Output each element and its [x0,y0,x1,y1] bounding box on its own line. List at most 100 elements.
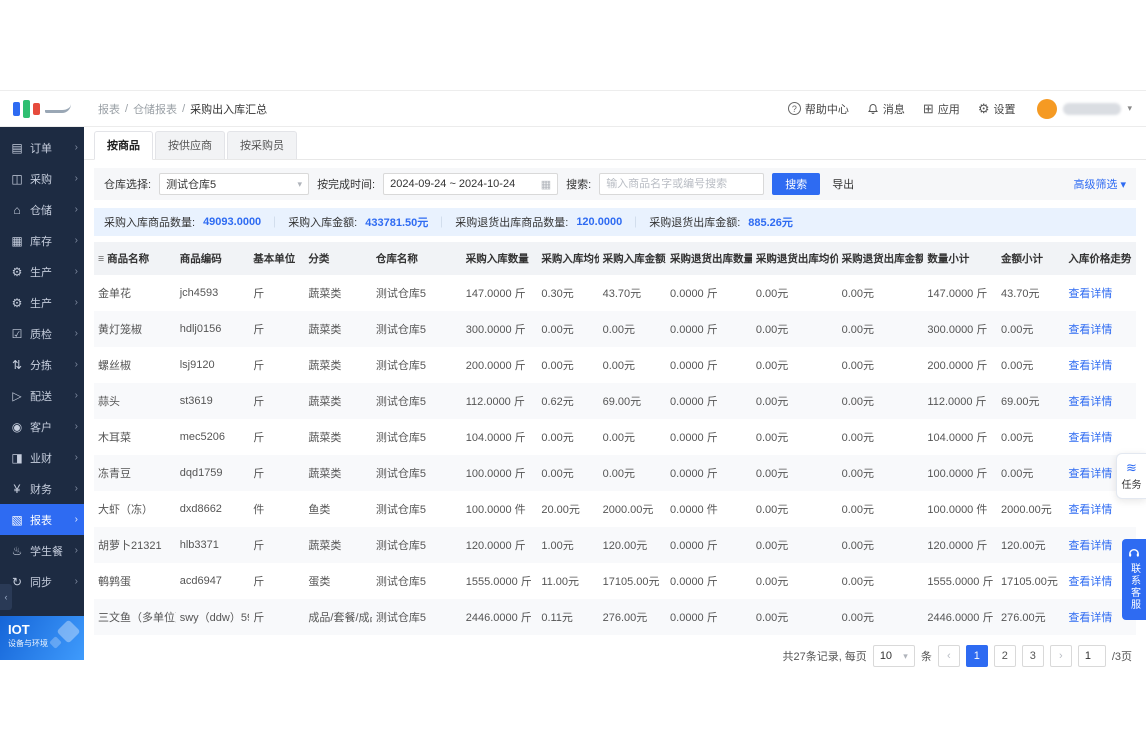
column-header-12[interactable]: 数量小计 [923,242,997,275]
table-cell: swy（ddw）5980 [179,612,250,624]
column-header-14[interactable]: 入库价格走势 [1064,242,1136,275]
sidebar-item-student-meal[interactable]: ♨ 学生餐 › [0,535,84,566]
column-header-2[interactable]: 商品编码 [175,242,250,275]
sidebar-item-reports[interactable]: ▧ 报表 › [0,504,84,535]
warehouse-select[interactable]: 测试仓库5 ▾ [159,173,310,195]
settings-button[interactable]: ⚙ 设置 [978,101,1016,117]
sidebar-item-label: 分拣 [30,359,52,372]
apps-label: 应用 [937,103,960,116]
search-input[interactable] [606,178,758,190]
table-cell: 0.00元 [1000,360,1034,372]
sidebar-item-finance[interactable]: ¥ 财务 › [0,473,84,504]
column-header-7[interactable]: 采购入库均价 [537,242,599,275]
search-button[interactable]: 搜索 [772,173,821,195]
breadcrumb-item[interactable]: 报表 [98,101,120,117]
view-details-link[interactable]: 查看详情 [1068,504,1112,516]
sidebar-item-production-2[interactable]: ⚙ 生产 › [0,287,84,318]
prev-page-button[interactable]: ‹ [937,645,960,667]
column-header-4[interactable]: 分类 [304,242,372,275]
table-cell: 112.0000 斤 [465,396,525,408]
advanced-filter-button[interactable]: 高级筛选 ▾ [1073,176,1126,192]
table-cell: 0.00元 [841,396,875,408]
layers-icon: ≋ [1126,460,1137,475]
table-cell: 0.0000 斤 [670,360,718,372]
headset-icon [1129,549,1139,557]
column-header-1[interactable]: ≡ 商品名称 [94,242,176,275]
customer-service-float-button[interactable]: 联系客服 [1122,539,1146,620]
page-size-select[interactable]: 10 ▾ [872,645,915,667]
column-header-10[interactable]: 采购退货出库均价 [751,242,838,275]
pagination: 共27条记录, 每页 10 ▾ 条 ‹ 123 › 1 /3页 [84,635,1146,677]
production-icon: ⚙ [11,295,23,310]
summary-divider: ｜ [269,217,281,229]
table-cell: 2000.00元 [1000,504,1052,516]
summary-bar: 采购入库商品数量: 49093.0000 ｜ 采购入库金额: 433781.50… [94,208,1136,236]
help-center-button[interactable]: ? 帮助中心 [787,101,849,117]
tab-by-supplier[interactable]: 按供应商 [155,131,225,159]
warehouse-select-label: 仓库选择: [104,179,152,191]
column-header-6[interactable]: 采购入库数量 [461,242,538,275]
sidebar-item-customers[interactable]: ◉ 客户 › [0,411,84,442]
column-header-3[interactable]: 基本单位 [249,242,305,275]
tab-by-purchaser[interactable]: 按采购员 [227,131,297,159]
production-icon: ⚙ [11,264,23,279]
report-table: ≡ 商品名称 商品编码 基本单位 分类 仓库名称 采购入库数量 采购入库均价 采购入库金额 采购退… [94,242,1136,635]
sidebar-item-delivery[interactable]: ▷ 配送 › [0,380,84,411]
table-cell: 100.0000 件 [927,504,988,516]
sidebar-item-warehouse[interactable]: ⌂ 仓储 › [0,194,84,225]
sidebar-item-business-finance[interactable]: ◨ 业财 › [0,442,84,473]
table-cell: 43.70元 [1000,288,1040,300]
view-details-link[interactable]: 查看详情 [1068,360,1112,372]
finance-icon: ¥ [13,481,21,496]
sidebar-item-orders[interactable]: ▤ 订单 › [0,132,84,163]
next-page-button[interactable]: › [1049,645,1072,667]
apps-button[interactable]: ⊞ 应用 [923,101,960,117]
search-field[interactable] [599,173,765,195]
export-button[interactable]: 导出 [828,176,858,192]
page-button-2[interactable]: 2 [993,645,1016,667]
sidebar-item-qc[interactable]: ☑ 质检 › [0,318,84,349]
table-cell: 0.00元 [602,432,636,444]
view-details-link[interactable]: 查看详情 [1068,612,1112,624]
column-header-13[interactable]: 金额小计 [996,242,1065,275]
column-header-11[interactable]: 采购退货出库金额 [837,242,924,275]
page-jump-input[interactable]: 1 [1077,645,1106,667]
view-details-link[interactable]: 查看详情 [1068,576,1112,588]
table-cell: 0.00元 [841,288,875,300]
user-name-redacted [1063,102,1122,115]
table-cell: 0.0000 斤 [670,576,718,588]
view-details-link[interactable]: 查看详情 [1068,324,1112,336]
sidebar-item-label: 业财 [30,452,52,465]
chevron-right-icon: › [74,173,78,184]
table-cell: 43.70元 [602,288,642,300]
column-header-9[interactable]: 采购退货出库数量 [666,242,752,275]
tab-by-product[interactable]: 按商品 [94,131,153,160]
table-cell: 蔬菜类 [308,468,342,480]
table-cell: 测试仓库5 [375,432,426,444]
user-menu[interactable]: ▾ [1037,98,1132,119]
messages-button[interactable]: 消息 [867,101,905,117]
sidebar-item-inventory[interactable]: ▦ 库存 › [0,225,84,256]
sidebar-item-purchase[interactable]: ◫ 采购 › [0,163,84,194]
table-cell: 0.00元 [841,540,875,552]
view-details-link[interactable]: 查看详情 [1068,432,1112,444]
table-cell: 0.00元 [1000,324,1034,336]
sidebar-collapse-button[interactable]: ‹ [0,584,12,610]
page-button-3[interactable]: 3 [1021,645,1044,667]
column-header-8[interactable]: 采购入库金额 [598,242,667,275]
sidebar-item-sorting[interactable]: ⇅ 分拣 › [0,349,84,380]
chevron-right-icon: › [74,545,78,556]
view-details-link[interactable]: 查看详情 [1068,288,1112,300]
date-range-picker[interactable]: 2024-09-24 ~ 2024-10-24 ▦ [383,173,559,195]
tasks-float-button[interactable]: ≋ 任务 [1116,453,1146,499]
sidebar-item-sync[interactable]: ↻ 同步 › [0,566,84,597]
sidebar-item-production-1[interactable]: ⚙ 生产 › [0,256,84,287]
column-header-5[interactable]: 仓库名称 [371,242,462,275]
view-details-link[interactable]: 查看详情 [1068,468,1112,480]
page-button-1[interactable]: 1 [965,645,988,667]
view-details-link[interactable]: 查看详情 [1068,540,1112,552]
iot-banner[interactable]: IOT 设备与环境 [0,616,84,660]
breadcrumb-item[interactable]: 仓储报表 [133,101,177,117]
table-cell: 0.30元 [541,288,574,300]
view-details-link[interactable]: 查看详情 [1068,396,1112,408]
